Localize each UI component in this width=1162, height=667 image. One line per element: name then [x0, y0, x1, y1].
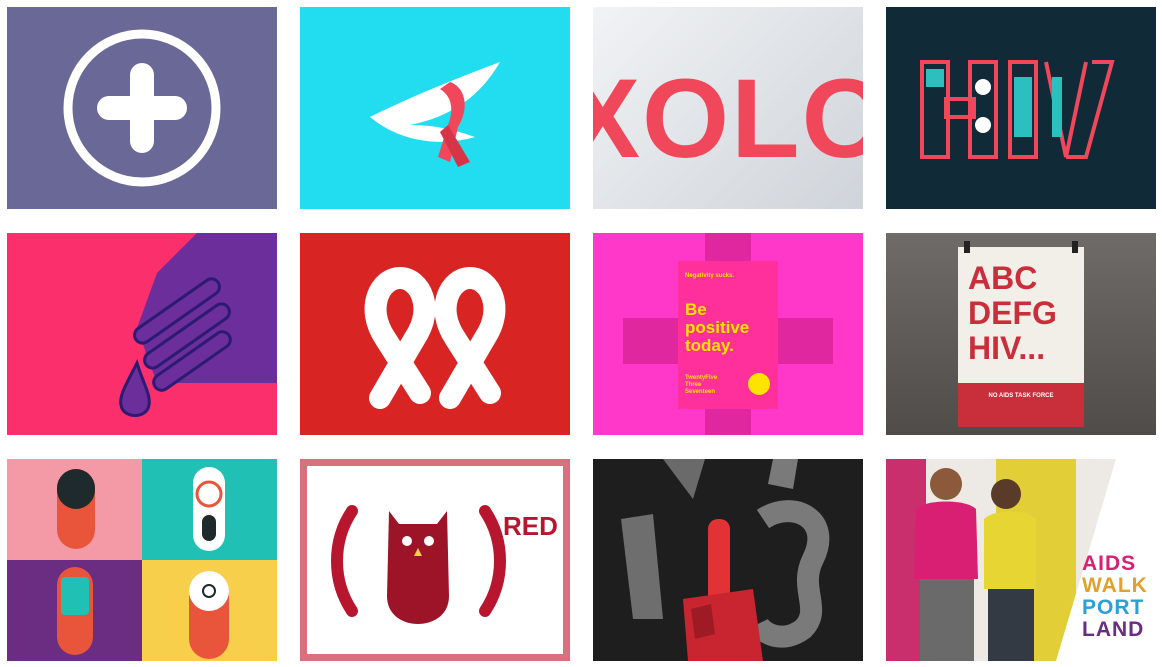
- gallery-tile-plus[interactable]: [7, 7, 277, 209]
- walk-title-line: PORT: [1082, 596, 1145, 619]
- ribbon-wing-icon: [370, 62, 500, 167]
- poster-letter-line: DEFG: [968, 295, 1057, 331]
- poster-letter-line: ABC: [968, 260, 1038, 296]
- pill-characters-icon: [7, 459, 277, 661]
- gallery-tile-abc-poster[interactable]: ABC DEFG HIV... NO AIDS TASK FORCE: [886, 233, 1156, 435]
- gallery-tile-be-positive[interactable]: Negativity sucks. Be positive today. Twe…: [593, 233, 863, 435]
- mechanical-letters-icon: [920, 60, 1115, 159]
- raised-finger-icon: [621, 459, 830, 661]
- gallery-tile-double-ribbon[interactable]: [300, 233, 570, 435]
- double-ribbon-icon: [364, 266, 506, 409]
- poster-main-text: Be positive today.: [685, 301, 749, 355]
- poster-headline: Negativity sucks.: [685, 273, 735, 279]
- poster-footer: TwentyFive Three Seventeen: [685, 375, 717, 396]
- poster-letter-line: HIV...: [968, 330, 1046, 366]
- walk-title-line: WALK: [1082, 574, 1148, 597]
- owl-icon: [331, 505, 506, 624]
- gallery-tile-ribbon-wing[interactable]: [300, 7, 570, 209]
- plus-circle-icon: [63, 29, 221, 187]
- poster-footer-line: TwentyFive: [685, 375, 718, 381]
- gallery-tile-hiv[interactable]: [886, 7, 1156, 209]
- gallery-tile-red-owl[interactable]: RED: [300, 459, 570, 661]
- poster-footer-line: Three: [685, 382, 702, 388]
- ribbon-letter-icon: XOLO: [593, 56, 863, 181]
- gallery-tile-aids-walk[interactable]: AIDS WALK PORT LAND: [886, 459, 1156, 661]
- tile-title: RED: [503, 511, 558, 541]
- poster-footer-line: Seventeen: [685, 389, 716, 395]
- gallery-tile-xolo[interactable]: XOLO: [593, 7, 863, 209]
- poster-org: NO AIDS TASK FORCE: [988, 393, 1054, 399]
- gallery-tile-aids-finger[interactable]: [593, 459, 863, 661]
- gallery-tile-hand-drop[interactable]: [7, 233, 277, 435]
- walk-title: AIDS WALK PORT LAND: [1082, 553, 1148, 641]
- walk-title-line: LAND: [1082, 618, 1145, 641]
- poster-main-line: positive: [685, 318, 750, 337]
- poster-main-line: today.: [685, 336, 734, 355]
- hand-drop-icon: [119, 233, 277, 417]
- walk-title-line: AIDS: [1082, 552, 1137, 575]
- poster-main-line: Be: [685, 300, 707, 319]
- tile-title: XOLO: [593, 56, 863, 181]
- gallery-tile-pill-characters[interactable]: [7, 459, 277, 661]
- poster-letters: ABC DEFG HIV...: [968, 261, 1057, 366]
